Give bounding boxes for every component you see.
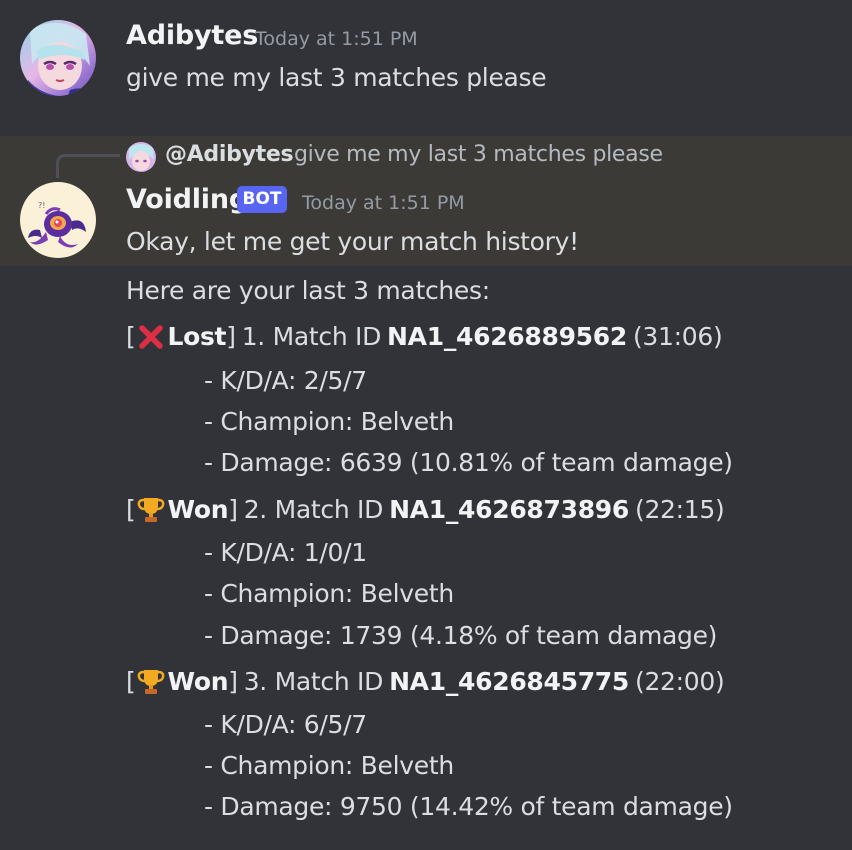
bracket-close: ] bbox=[228, 495, 238, 524]
svg-text:?!: ?! bbox=[38, 201, 45, 210]
match-id: NA1_4626889562 bbox=[387, 322, 627, 351]
bracket-close: ] bbox=[226, 322, 236, 351]
match-kda: - K/D/A: 1/0/1 bbox=[204, 538, 367, 567]
voidling-creature-avatar[interactable]: ?! bbox=[20, 182, 96, 258]
match-damage: - Damage: 9750 (14.42% of team damage) bbox=[204, 792, 733, 821]
match-id: NA1_4626845775 bbox=[389, 667, 629, 696]
bracket-open: [ bbox=[126, 495, 136, 524]
bracket-open: [ bbox=[126, 322, 136, 351]
reply-text[interactable]: give me my last 3 matches please bbox=[294, 142, 663, 167]
match-champion: - Champion: Belveth bbox=[204, 751, 454, 780]
match-champion: - Champion: Belveth bbox=[204, 407, 454, 436]
message-text: give me my last 3 matches please bbox=[126, 63, 547, 92]
trophy-icon bbox=[137, 496, 165, 524]
match-duration: (22:15) bbox=[634, 495, 725, 524]
match-kda: - K/D/A: 6/5/7 bbox=[204, 710, 367, 739]
bot-author[interactable]: Voidling bbox=[126, 184, 248, 215]
reply-avatar-icon[interactable] bbox=[126, 142, 156, 172]
match-status: Won bbox=[167, 667, 229, 696]
match-duration: (22:00) bbox=[634, 667, 725, 696]
match-damage: - Damage: 6639 (10.81% of team damage) bbox=[204, 448, 733, 477]
anime-girl-avatar[interactable] bbox=[20, 20, 96, 96]
match-line: [ Won ] 2. Match ID NA1_4626873896 (22:1… bbox=[126, 495, 725, 524]
reply-author[interactable]: @Adibytes bbox=[165, 142, 294, 167]
match-prefix: 3. Match ID bbox=[243, 667, 384, 696]
match-id: NA1_4626873896 bbox=[389, 495, 629, 524]
match-intro: Here are your last 3 matches: bbox=[126, 276, 490, 305]
bracket-close: ] bbox=[228, 667, 238, 696]
bot-badge: BOT bbox=[237, 186, 287, 213]
message-timestamp: Today at 1:51 PM bbox=[255, 28, 418, 50]
message-author[interactable]: Adibytes bbox=[126, 20, 258, 51]
match-status: Won bbox=[167, 495, 229, 524]
match-prefix: 1. Match ID bbox=[241, 322, 382, 351]
match-line: [ Won ] 3. Match ID NA1_4626845775 (22:0… bbox=[126, 667, 725, 696]
match-damage: - Damage: 1739 (4.18% of team damage) bbox=[204, 621, 718, 650]
bot-text: Okay, let me get your match history! bbox=[126, 227, 579, 256]
match-status: Lost bbox=[167, 322, 227, 351]
reply-connector bbox=[56, 154, 120, 178]
match-prefix: 2. Match ID bbox=[243, 495, 384, 524]
bracket-open: [ bbox=[126, 667, 136, 696]
match-line: [ Lost ] 1. Match ID NA1_4626889562 (31:… bbox=[126, 322, 723, 351]
bot-timestamp: Today at 1:51 PM bbox=[302, 192, 465, 214]
match-champion: - Champion: Belveth bbox=[204, 579, 454, 608]
match-duration: (31:06) bbox=[632, 322, 723, 351]
message-adibytes: Adibytes Today at 1:51 PM give me my las… bbox=[0, 0, 852, 116]
trophy-icon bbox=[137, 668, 165, 696]
cross-mark-icon bbox=[137, 323, 165, 351]
match-kda: - K/D/A: 2/5/7 bbox=[204, 366, 367, 395]
